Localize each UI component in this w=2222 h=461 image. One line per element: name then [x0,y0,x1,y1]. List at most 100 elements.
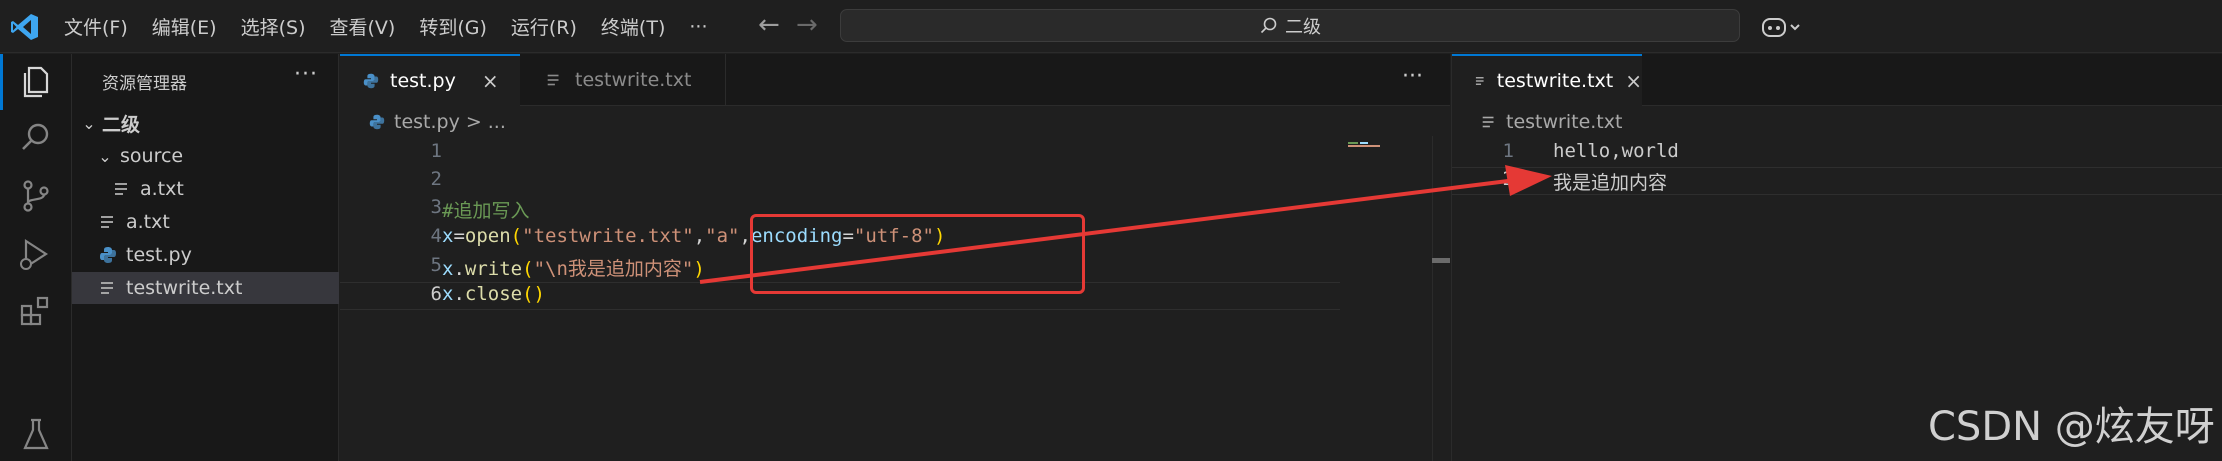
breadcrumb-separator-icon: > [465,111,482,133]
editor-tabs-right: testwrite.txt × [1452,54,2222,106]
line-number-current: 2 [1502,168,1514,190]
vscode-logo-icon [11,14,38,40]
back-arrow-icon[interactable]: ← [758,10,780,40]
menu-go[interactable]: 转到(G) [419,13,487,40]
code-token: close [464,283,523,305]
code-token: open [464,225,511,247]
tree-label: a.txt [126,211,170,233]
breadcrumb-file[interactable]: test.py [394,111,460,133]
code-token: () [522,283,545,305]
tree-file-source-a-txt[interactable]: a.txt [72,173,339,205]
scrollbar-thumb[interactable] [1432,258,1450,263]
tree-file-test-py[interactable]: test.py [72,239,339,271]
tree-file-testwrite-txt[interactable]: testwrite.txt [72,272,339,304]
forward-arrow-icon[interactable]: → [796,10,818,40]
code-token: ) [693,258,705,280]
python-file-icon [100,247,116,263]
code-token: = [453,225,465,247]
menu-selection[interactable]: 选择(S) [241,13,306,40]
tab-testwrite-txt[interactable]: testwrite.txt [521,54,726,106]
active-indicator [0,54,3,110]
minimap[interactable] [1348,141,1392,149]
code-token: x [442,225,454,247]
tree-label: source [120,145,184,167]
text-file-icon [547,74,559,86]
line-number: 1 [1502,140,1514,162]
text-file-icon [1475,77,1484,85]
line-number: 2 [430,168,442,190]
code-token: ( [510,225,523,247]
breadcrumb-left: test.py > ... [368,108,506,136]
menu-run[interactable]: 运行(R) [511,13,577,40]
text-file-icon [1482,116,1494,128]
menu-more-icon[interactable]: ··· [689,16,707,38]
watermark: CSDN @炫友呀 [1928,404,2215,450]
code-token: "a" [705,225,740,247]
tree-label: 二级 [102,113,141,136]
editor-more-icon[interactable]: ··· [1402,64,1423,89]
close-tab-icon[interactable]: × [482,69,499,93]
tab-label: testwrite.txt [1496,70,1614,92]
run-debug-icon[interactable] [16,234,56,274]
tree-label: a.txt [140,178,184,200]
text-file-icon [115,183,127,195]
file-line-1: hello,world [1553,140,1679,162]
code-token: . [453,283,465,305]
line-number: 5 [430,254,442,276]
search-icon[interactable] [16,118,56,158]
explorer-icon[interactable] [16,62,56,102]
editor-tabs-left: test.py × testwrite.txt ··· [340,54,1450,106]
python-file-icon [363,73,379,89]
testing-flask-icon[interactable] [16,414,56,454]
source-control-icon[interactable] [16,176,56,216]
tree-folder-root[interactable]: ⌄ 二级 [72,107,339,139]
menu-terminal[interactable]: 终端(T) [601,13,665,40]
code-token: "testwrite.txt" [522,225,694,247]
code-comment: #追加写入 [442,200,530,222]
line-number: 3 [430,196,442,218]
chevron-down-icon: ⌄ [98,146,112,166]
menu-file[interactable]: 文件(F) [64,13,128,40]
code-token: "\n我是追加内容" [533,258,694,280]
extensions-icon[interactable] [16,292,56,332]
command-center-search[interactable]: 二级 [840,9,1740,42]
code-token: x [442,258,454,280]
menu-view[interactable]: 查看(V) [330,13,396,40]
close-tab-icon[interactable]: × [1625,69,1642,93]
breadcrumb-symbol[interactable]: ... [488,111,506,133]
code-token: write [464,258,523,280]
tree-label: test.py [126,244,192,266]
activity-bar [0,54,72,461]
search-icon [1260,17,1277,33]
tab-test-py[interactable]: test.py × [340,54,520,106]
tab-label: test.py [390,70,456,92]
code-token: x [442,283,454,305]
file-line-2: 我是追加内容 [1553,172,1668,194]
tree-file-a-txt[interactable]: a.txt [72,206,339,238]
vertical-scrollbar[interactable] [1432,136,1450,461]
menu-edit[interactable]: 编辑(E) [152,13,217,40]
code-token: ( [522,258,534,280]
line-number: 4 [430,225,442,247]
code-token: , [693,225,706,247]
title-bar: 文件(F) 编辑(E) 选择(S) 查看(V) 转到(G) 运行(R) 终端(T… [0,0,2222,53]
explorer-title: 资源管理器 [102,74,187,94]
line-number-current: 6 [430,283,442,305]
search-text: 二级 [1285,16,1321,38]
code-line-3: #追加写入 [442,196,529,223]
breadcrumb-file[interactable]: testwrite.txt [1506,111,1622,133]
annotation-highlight-box [750,214,1085,294]
tree-label: testwrite.txt [126,277,243,299]
editor-group-divider[interactable] [1451,54,1452,461]
code-line-5: x.write("\n我是追加内容") [442,254,705,281]
line-number: 1 [430,140,442,162]
chevron-down-icon: ⌄ [82,113,96,133]
python-file-icon [369,114,385,130]
explorer-sidebar: 资源管理器 ··· ⌄ 二级 ⌄ source a.txt a.txt test… [72,54,339,461]
code-token: . [453,258,465,280]
tree-folder-source[interactable]: ⌄ source [72,140,339,172]
copilot-icon[interactable] [1760,14,1804,40]
breadcrumb-right: testwrite.txt [1480,108,1622,136]
explorer-more-icon[interactable]: ··· [294,62,318,87]
tab-testwrite-txt-right[interactable]: testwrite.txt × [1452,54,1642,106]
